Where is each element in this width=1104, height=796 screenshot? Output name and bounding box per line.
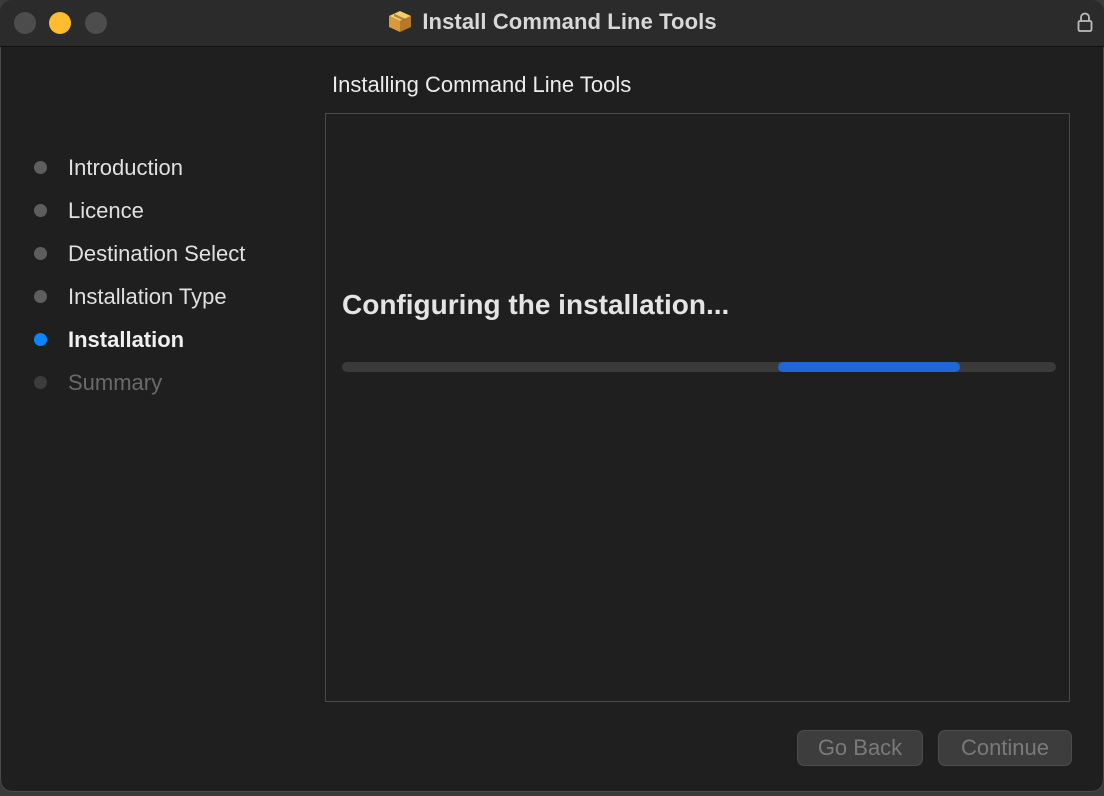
installer-window: Install Command Line Tools Installing Co… bbox=[0, 0, 1104, 792]
step-licence: Licence bbox=[34, 191, 245, 234]
installer-steps-list: Introduction Licence Destination Select … bbox=[34, 148, 245, 406]
installation-status-text: Configuring the installation... bbox=[342, 289, 730, 320]
step-summary: Summary bbox=[34, 363, 245, 406]
step-label: Installation bbox=[68, 326, 185, 352]
step-indicator-dot bbox=[34, 333, 47, 346]
step-indicator-dot bbox=[34, 161, 47, 174]
progress-bar-fill bbox=[777, 362, 961, 372]
step-label: Installation Type bbox=[68, 283, 227, 309]
step-indicator-dot bbox=[34, 290, 47, 303]
step-installation-type: Installation Type bbox=[34, 277, 245, 320]
continue-button[interactable]: Continue bbox=[938, 730, 1072, 766]
package-icon bbox=[389, 11, 412, 32]
installation-content-panel: Configuring the installation... bbox=[325, 113, 1070, 702]
step-indicator-dot bbox=[34, 247, 47, 260]
go-back-button[interactable]: Go Back bbox=[797, 730, 923, 766]
progress-bar bbox=[342, 362, 1056, 372]
step-introduction: Introduction bbox=[34, 148, 245, 191]
step-indicator-dot bbox=[34, 376, 47, 389]
step-label: Licence bbox=[68, 197, 144, 223]
step-installation: Installation bbox=[34, 320, 245, 363]
step-destination-select: Destination Select bbox=[34, 234, 245, 277]
lock-icon bbox=[1077, 12, 1093, 32]
step-label: Introduction bbox=[68, 154, 183, 180]
window-title-group: Install Command Line Tools bbox=[0, 0, 1104, 44]
step-label: Summary bbox=[68, 369, 163, 395]
step-label: Destination Select bbox=[68, 240, 246, 266]
step-indicator-dot bbox=[34, 204, 47, 217]
panel-heading: Installing Command Line Tools bbox=[332, 72, 632, 97]
title-bar: Install Command Line Tools bbox=[0, 0, 1104, 47]
window-title: Install Command Line Tools bbox=[422, 9, 717, 34]
